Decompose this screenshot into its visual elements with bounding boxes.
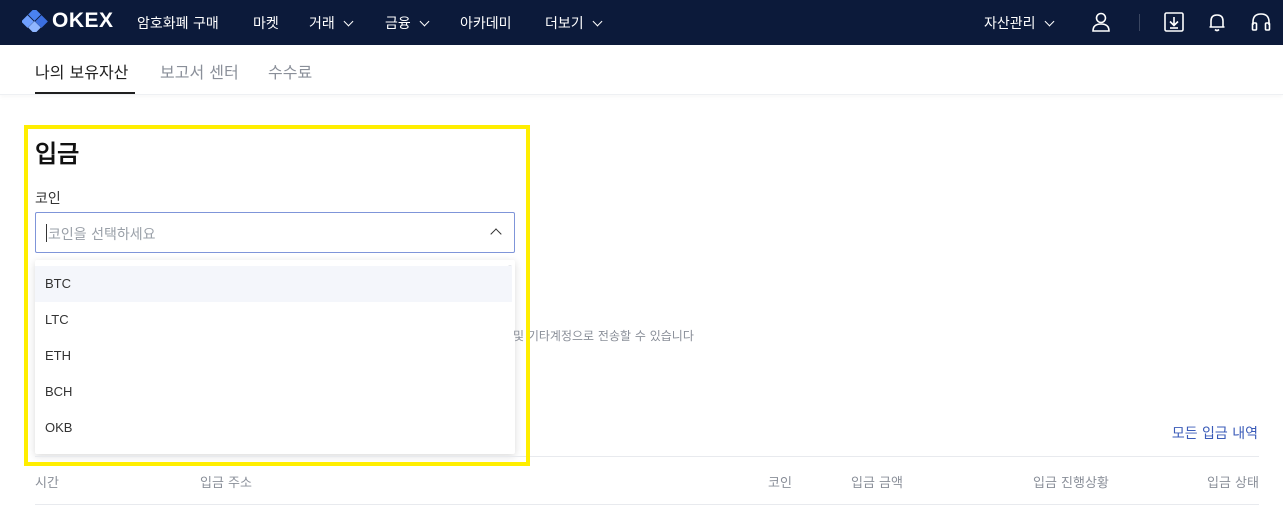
nav-asset-management[interactable]: 자산관리 xyxy=(984,13,1054,33)
nav-label: 아카데미 xyxy=(460,16,512,32)
chevron-down-icon xyxy=(592,16,603,26)
nav-label: 거래 xyxy=(309,16,335,32)
tab-report-center[interactable]: 보고서 센터 xyxy=(160,59,239,83)
sub-nav: 나의 보유자산 보고서 센터 수수료 xyxy=(0,45,1283,95)
chevron-down-icon xyxy=(343,16,354,26)
coin-option-okb[interactable]: OKB xyxy=(35,410,512,446)
coin-select[interactable]: 코인을 선택하세요 xyxy=(35,212,515,253)
column-header-address: 입금 주소 xyxy=(200,476,252,491)
tab-my-assets[interactable]: 나의 보유자산 xyxy=(35,59,128,83)
nav-academy[interactable]: 아카데미 xyxy=(460,13,512,33)
active-tab-indicator xyxy=(35,92,135,94)
nav-buy-crypto[interactable]: 암호화폐 구매 xyxy=(137,13,219,33)
coin-option-bch[interactable]: BCH xyxy=(35,374,512,410)
nav-market[interactable]: 마켓 xyxy=(253,13,279,33)
logo-text: OKEX xyxy=(52,9,114,32)
nav-label: 마켓 xyxy=(253,16,279,32)
download-icon[interactable] xyxy=(1163,11,1185,33)
coin-option-btc[interactable]: BTC xyxy=(35,266,512,302)
column-header-status: 입금 상태 xyxy=(1207,476,1259,491)
text-cursor xyxy=(46,224,47,242)
column-header-amount: 입금 금액 xyxy=(851,476,903,491)
coin-label: 코인 xyxy=(35,191,61,207)
bell-icon[interactable] xyxy=(1206,11,1228,33)
nav-label: 암호화폐 구매 xyxy=(137,16,219,32)
nav-finance[interactable]: 금융 xyxy=(385,13,430,33)
nav-label: 더보기 xyxy=(545,16,584,32)
column-header-coin: 코인 xyxy=(768,476,792,491)
okex-logo-icon xyxy=(22,10,48,32)
nav-label: 금융 xyxy=(385,16,411,32)
page-title: 입금 xyxy=(35,140,80,168)
coin-dropdown: BTC LTC ETH BCH OKB xyxy=(35,260,515,454)
column-header-time: 시간 xyxy=(35,476,59,491)
all-deposit-history-link[interactable]: 모든 입금 내역 xyxy=(1172,423,1258,443)
nav-more[interactable]: 더보기 xyxy=(545,13,603,33)
coin-option-ltc[interactable]: LTC xyxy=(35,302,512,338)
chevron-down-icon xyxy=(1044,16,1054,26)
user-icon[interactable] xyxy=(1090,11,1112,33)
partial-info-text: 및 기타계정으로 전송할 수 있습니다 xyxy=(513,329,694,343)
nav-trade[interactable]: 거래 xyxy=(309,13,354,33)
coin-select-placeholder: 코인을 선택하세요 xyxy=(48,227,156,243)
nav-divider xyxy=(1139,14,1140,31)
coin-option-eth[interactable]: ETH xyxy=(35,338,512,374)
headset-icon[interactable] xyxy=(1250,11,1272,33)
top-nav: OKEX 암호화폐 구매 마켓 거래 금융 아카데미 더보기 자산관리 xyxy=(0,0,1283,45)
chevron-up-icon[interactable] xyxy=(490,228,502,240)
okex-logo[interactable]: OKEX xyxy=(22,9,114,33)
chevron-down-icon xyxy=(419,16,430,26)
column-header-progress: 입금 진행상황 xyxy=(1033,476,1109,491)
table-divider xyxy=(35,456,1259,457)
tab-fees[interactable]: 수수료 xyxy=(268,59,312,83)
nav-label: 자산관리 xyxy=(984,16,1036,32)
table-divider xyxy=(35,504,1259,505)
